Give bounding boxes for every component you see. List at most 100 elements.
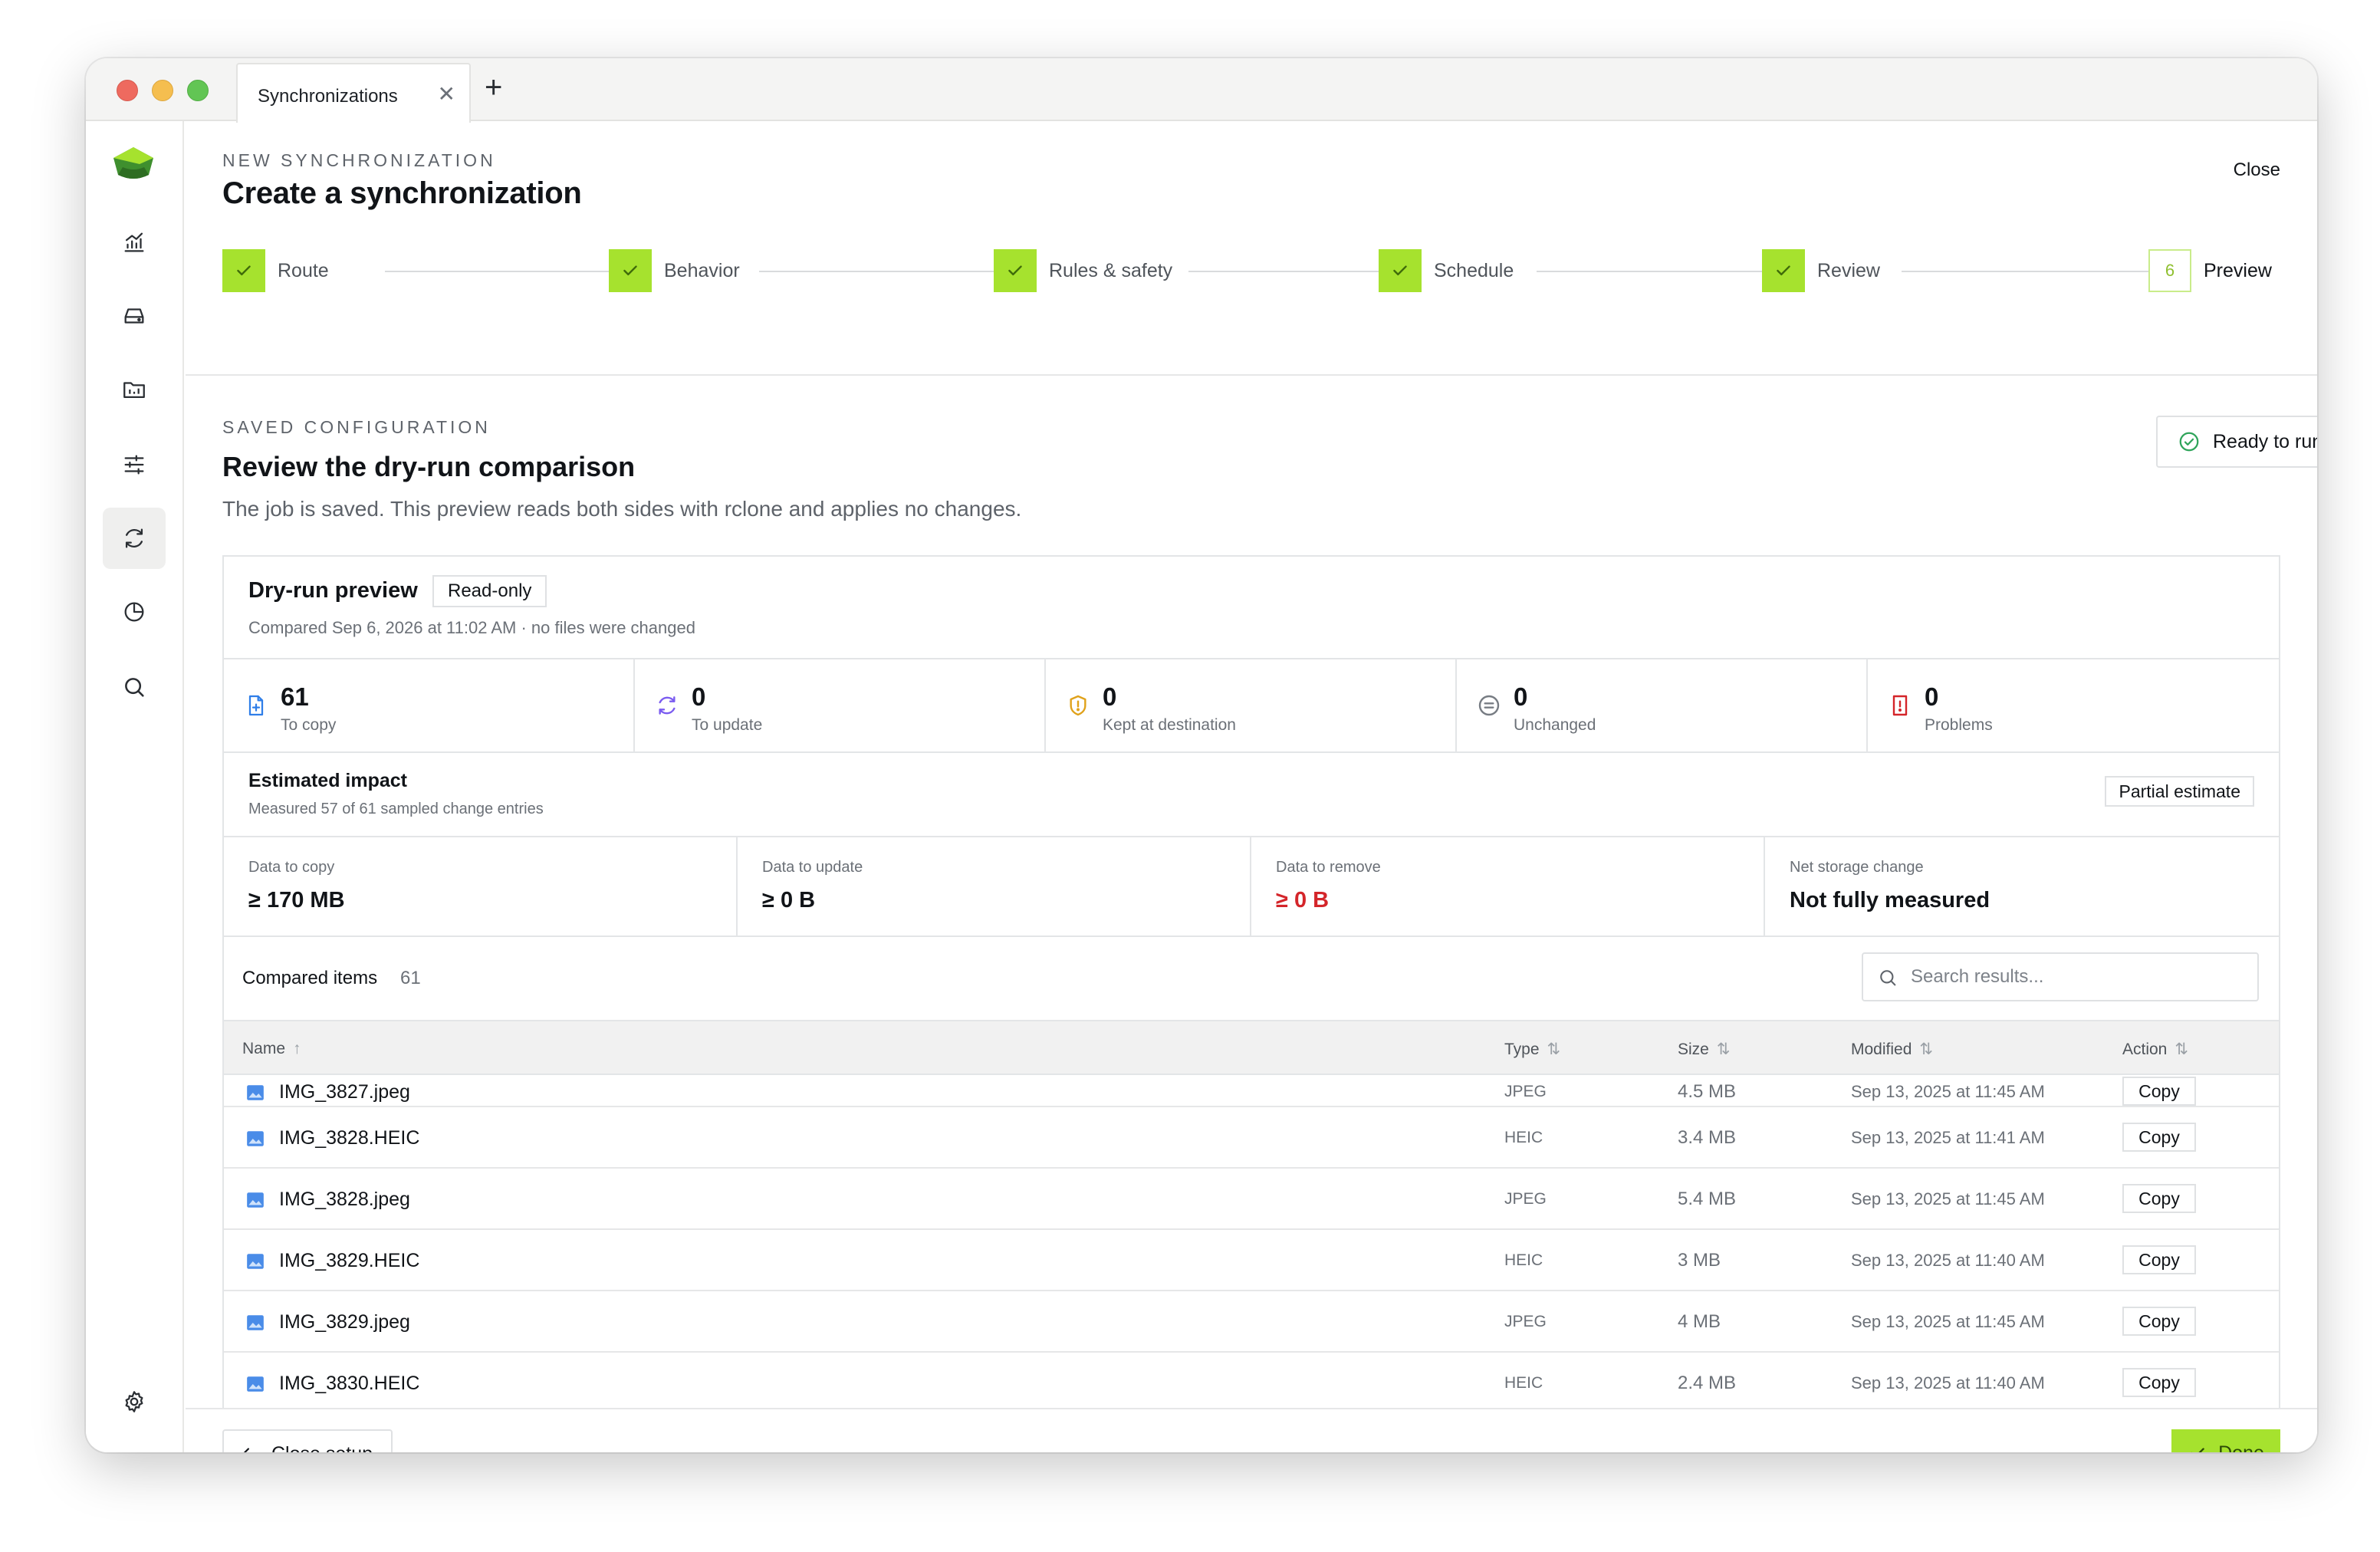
file-size: 3.4 MB (1678, 1127, 1737, 1148)
file-plus-icon (248, 695, 264, 716)
stat-to-update: 0 To update (635, 659, 1046, 751)
close-setup-button[interactable]: Close setup (222, 1429, 393, 1452)
tab-synchronizations[interactable]: Synchronizations ✕ (236, 63, 471, 123)
step-behavior[interactable]: Behavior (609, 248, 740, 293)
plus-icon[interactable]: + (485, 72, 502, 103)
sidebar-item-analytics[interactable] (103, 212, 166, 273)
step-review[interactable]: Review (1762, 248, 1880, 293)
file-type: HEIC (1504, 1129, 1543, 1146)
table-header: Name ↑ Type ⇅ Size ⇅ Modified ⇅ Action ⇅ (224, 1020, 2279, 1075)
read-only-badge: Read-only (432, 575, 547, 607)
sort-icon: ⇅ (2175, 1041, 2188, 1058)
column-label: Modified (1851, 1041, 1912, 1058)
metric-value: Not fully measured (1790, 888, 1990, 912)
done-button[interactable]: Done (2171, 1429, 2280, 1452)
column-type[interactable]: Type ⇅ (1504, 1040, 1560, 1059)
drive-icon (124, 308, 144, 324)
section-eyebrow: SAVED CONFIGURATION (222, 417, 491, 437)
estimated-impact: Estimated impact Measured 57 of 61 sampl… (224, 753, 2279, 837)
search-field[interactable] (1862, 952, 2259, 1001)
step-label: Behavior (664, 259, 740, 281)
close-button[interactable]: Close (2234, 159, 2280, 181)
stat-value: 0 (1925, 682, 1939, 711)
step-schedule[interactable]: Schedule (1379, 248, 1514, 293)
sidebar-item-settings[interactable] (103, 1371, 166, 1432)
stat-value: 0 (1103, 682, 1117, 711)
metric-net-storage: Net storage change Not fully measured (1765, 837, 2279, 935)
metric-data-to-copy: Data to copy ≥ 170 MB (224, 837, 738, 935)
copy-action[interactable]: Copy (2122, 1184, 2196, 1213)
title-bar: Synchronizations ✕ + (86, 58, 2317, 123)
check-icon (1762, 249, 1805, 292)
copy-action[interactable]: Copy (2122, 1123, 2196, 1152)
refresh-icon (659, 696, 676, 715)
close-window-button[interactable] (117, 80, 138, 101)
sort-icon: ⇅ (1919, 1041, 1933, 1058)
table-row[interactable]: IMG_3827.jpeg JPEG 4.5 MB Sep 13, 2025 a… (224, 1075, 2279, 1107)
step-number: 6 (2148, 249, 2191, 292)
column-action[interactable]: Action ⇅ (2122, 1040, 2188, 1059)
sidebar-item-folders[interactable] (103, 359, 166, 420)
file-size: 2.4 MB (1678, 1373, 1737, 1393)
file-name: IMG_3829.HEIC (279, 1250, 420, 1271)
section-title: Review the dry-run comparison (222, 451, 636, 482)
search-icon (125, 678, 144, 697)
column-label: Size (1678, 1041, 1709, 1058)
column-label: Type (1504, 1041, 1540, 1058)
metric-value: ≥ 0 B (762, 888, 816, 912)
column-modified[interactable]: Modified ⇅ (1851, 1040, 1933, 1059)
file-type: JPEG (1504, 1083, 1547, 1100)
sidebar-item-rules[interactable] (103, 434, 166, 495)
stepper: Route Behavior Rules & safety Schedule R… (222, 248, 2280, 293)
file-type: HEIC (1504, 1251, 1543, 1269)
file-name: IMG_3827.jpeg (279, 1081, 410, 1103)
sidebar-item-drives[interactable] (103, 285, 166, 347)
minimize-window-button[interactable] (152, 80, 173, 101)
file-size: 3 MB (1678, 1250, 1721, 1271)
main-content: NEW SYNCHRONIZATION Create a synchroniza… (186, 121, 2317, 1452)
copy-action[interactable]: Copy (2122, 1245, 2196, 1274)
sidebar-item-reports[interactable] (103, 581, 166, 643)
step-preview[interactable]: 6 Preview (2148, 248, 2272, 293)
stat-label: Kept at destination (1103, 716, 1236, 734)
stat-label: To copy (281, 716, 337, 734)
column-label: Name (242, 1040, 286, 1057)
column-label: Action (2122, 1041, 2168, 1058)
copy-action[interactable]: Copy (2122, 1307, 2196, 1336)
arrow-up-icon: ↑ (293, 1040, 301, 1057)
sidebar (86, 121, 184, 1452)
panel-subtitle: Compared Sep 6, 2026 at 11:02 AM · no fi… (248, 618, 695, 637)
section-description: The job is saved. This preview reads bot… (222, 497, 1022, 521)
table-row[interactable]: IMG_3829.HEIC HEIC 3 MB Sep 13, 2025 at … (224, 1230, 2279, 1291)
footer: Close setup Done (186, 1408, 2317, 1452)
table-row[interactable]: IMG_3828.HEIC HEIC 3.4 MB Sep 13, 2025 a… (224, 1107, 2279, 1169)
copy-action[interactable]: Copy (2122, 1368, 2196, 1397)
search-input[interactable] (1911, 962, 2240, 992)
table-row[interactable]: IMG_3830.HEIC HEIC 2.4 MB Sep 13, 2025 a… (224, 1353, 2279, 1405)
check-icon (994, 249, 1037, 292)
step-connector (759, 271, 1006, 272)
divider (186, 374, 2317, 376)
app-window: Synchronizations ✕ + NEW SYNCHRONIZATION… (86, 58, 2317, 1452)
zoom-window-button[interactable] (187, 80, 209, 101)
table-body[interactable]: IMG_3827.jpeg JPEG 4.5 MB Sep 13, 2025 a… (224, 1075, 2279, 1405)
copy-action[interactable]: Copy (2122, 1077, 2196, 1106)
step-rules-safety[interactable]: Rules & safety (994, 248, 1172, 293)
stats-row: 61 To copy 0 To update 0 Kept at destina… (224, 658, 2279, 753)
compared-items-header: Compared items 61 (224, 937, 2279, 1020)
metric-data-to-remove: Data to remove ≥ 0 B (1251, 837, 1765, 935)
step-route[interactable]: Route (222, 248, 329, 293)
table-row[interactable]: IMG_3828.jpeg JPEG 5.4 MB Sep 13, 2025 a… (224, 1169, 2279, 1230)
sidebar-item-synchronizations[interactable] (103, 508, 166, 569)
file-modified: Sep 13, 2025 at 11:45 AM (1851, 1312, 2045, 1331)
column-size[interactable]: Size ⇅ (1678, 1040, 1730, 1059)
compared-title: Compared items (242, 968, 378, 988)
column-name[interactable]: Name ↑ (242, 1040, 301, 1058)
sync-icon (125, 528, 143, 548)
app-logo (113, 147, 153, 179)
table-row[interactable]: IMG_3829.jpeg JPEG 4 MB Sep 13, 2025 at … (224, 1291, 2279, 1353)
sort-icon: ⇅ (1547, 1041, 1561, 1058)
file-name: IMG_3828.HEIC (279, 1127, 420, 1149)
close-icon[interactable]: ✕ (438, 81, 455, 107)
sidebar-item-search[interactable] (103, 656, 166, 718)
